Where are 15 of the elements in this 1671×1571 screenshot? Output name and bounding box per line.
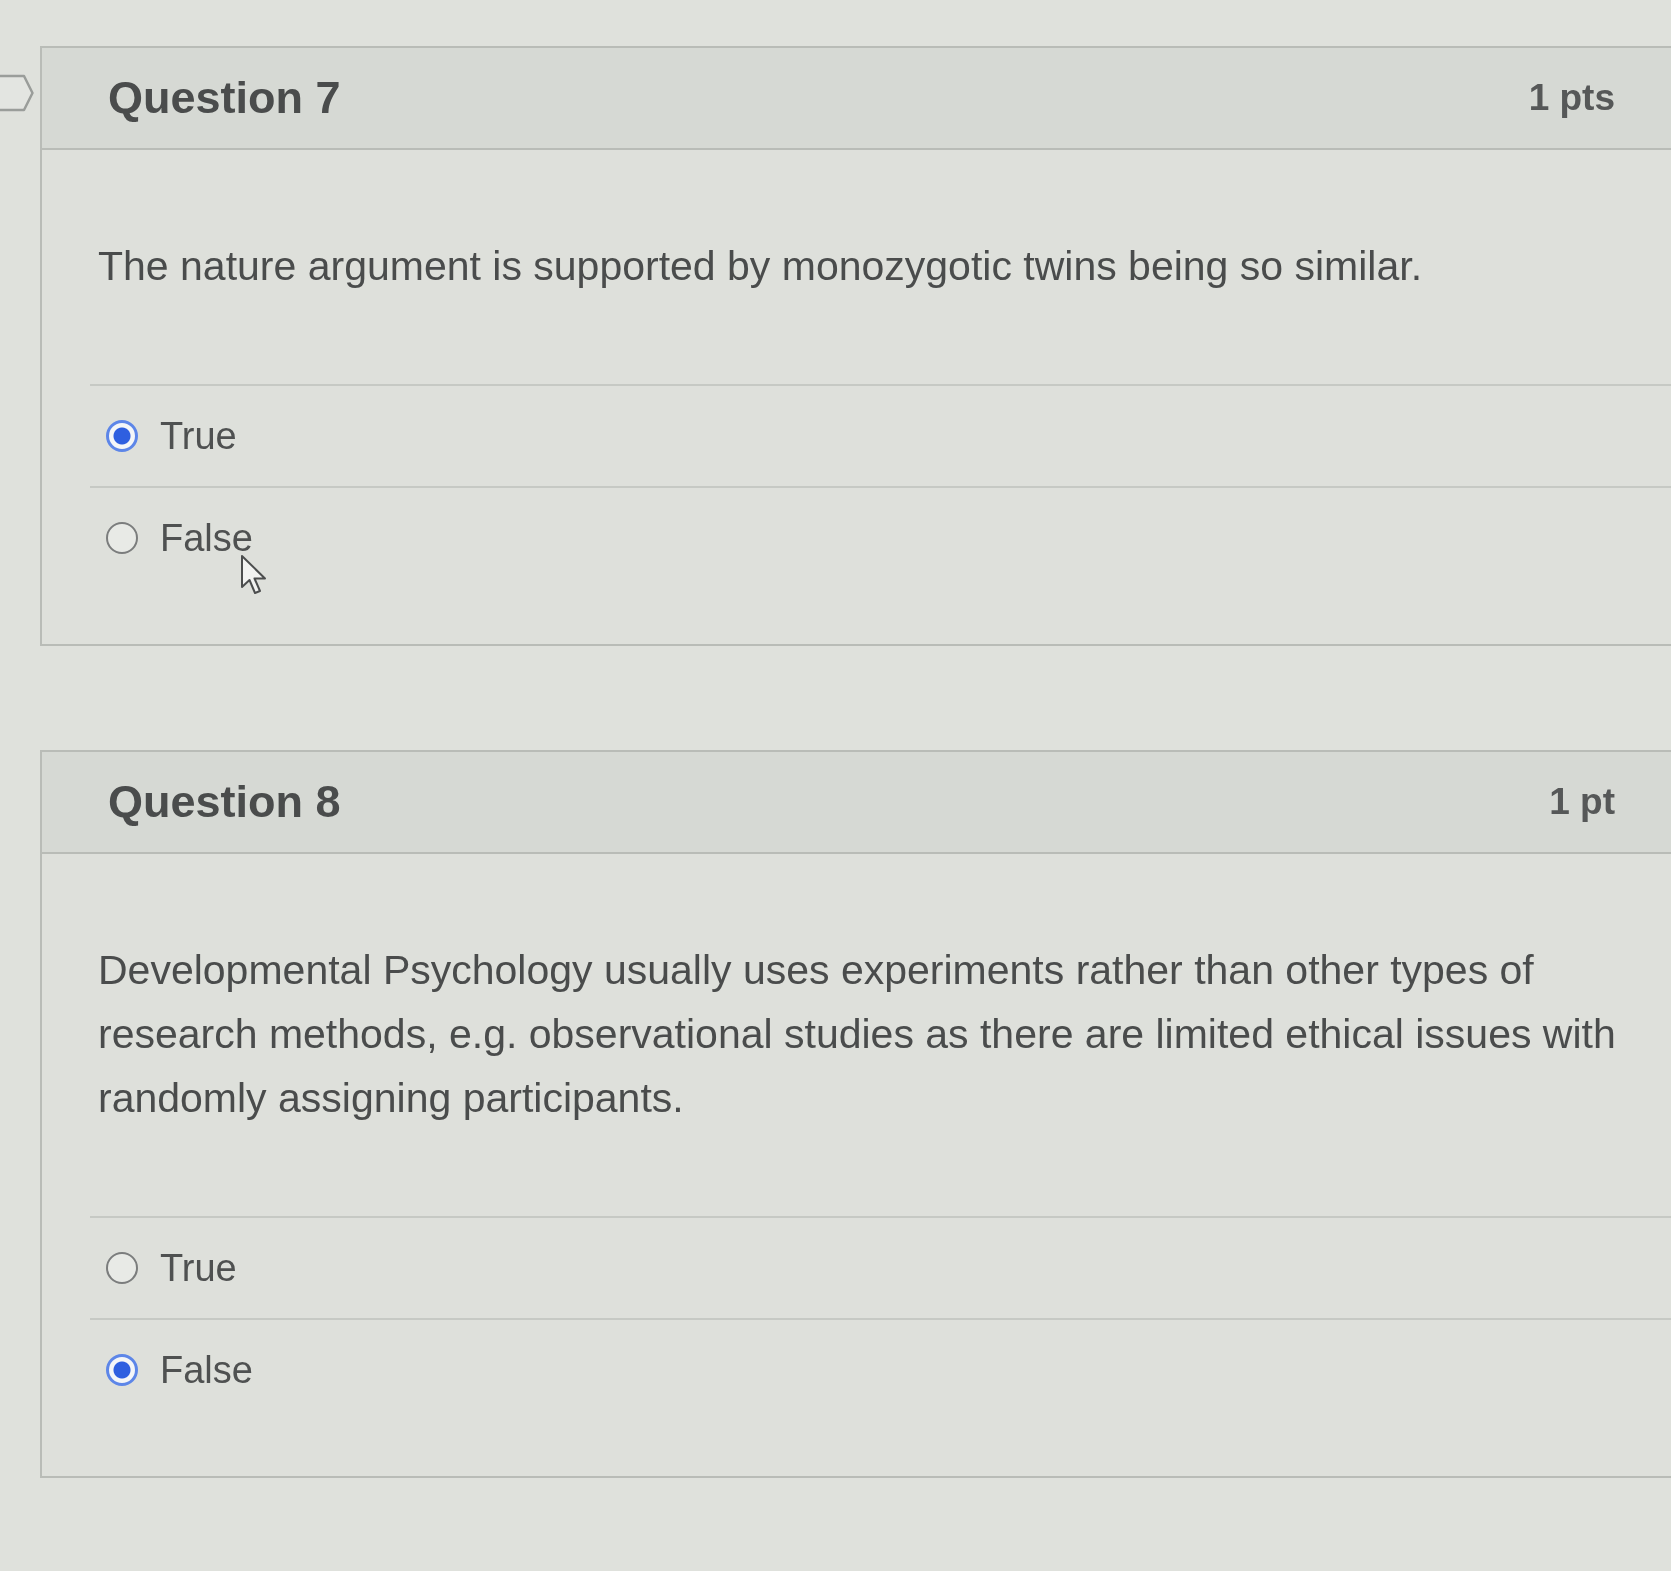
question-text: Developmental Psychology usually uses experiments rather than other types of research methods, e.g. observational studies as there are limited ethical issues with randomly assigning participants.: [97, 946, 1617, 1123]
radio-button[interactable]: [106, 1354, 138, 1386]
flag-icon[interactable]: [0, 74, 34, 112]
question-text: The nature argument is supported by monozygotic twins being so similar.: [97, 242, 1424, 291]
radio-button[interactable]: [106, 420, 138, 452]
radio-button[interactable]: [106, 522, 138, 554]
answer-label[interactable]: False: [160, 1348, 253, 1392]
question-title: Question 8: [108, 776, 341, 828]
radio-button[interactable]: [106, 1252, 138, 1284]
points-label: 1 pts: [1528, 77, 1615, 119]
answer-label[interactable]: True: [160, 414, 237, 458]
answer-label[interactable]: False: [160, 516, 253, 560]
points-label: 1 pt: [1549, 781, 1615, 823]
question-title: Question 7: [108, 72, 341, 124]
answer-label[interactable]: True: [160, 1246, 237, 1290]
